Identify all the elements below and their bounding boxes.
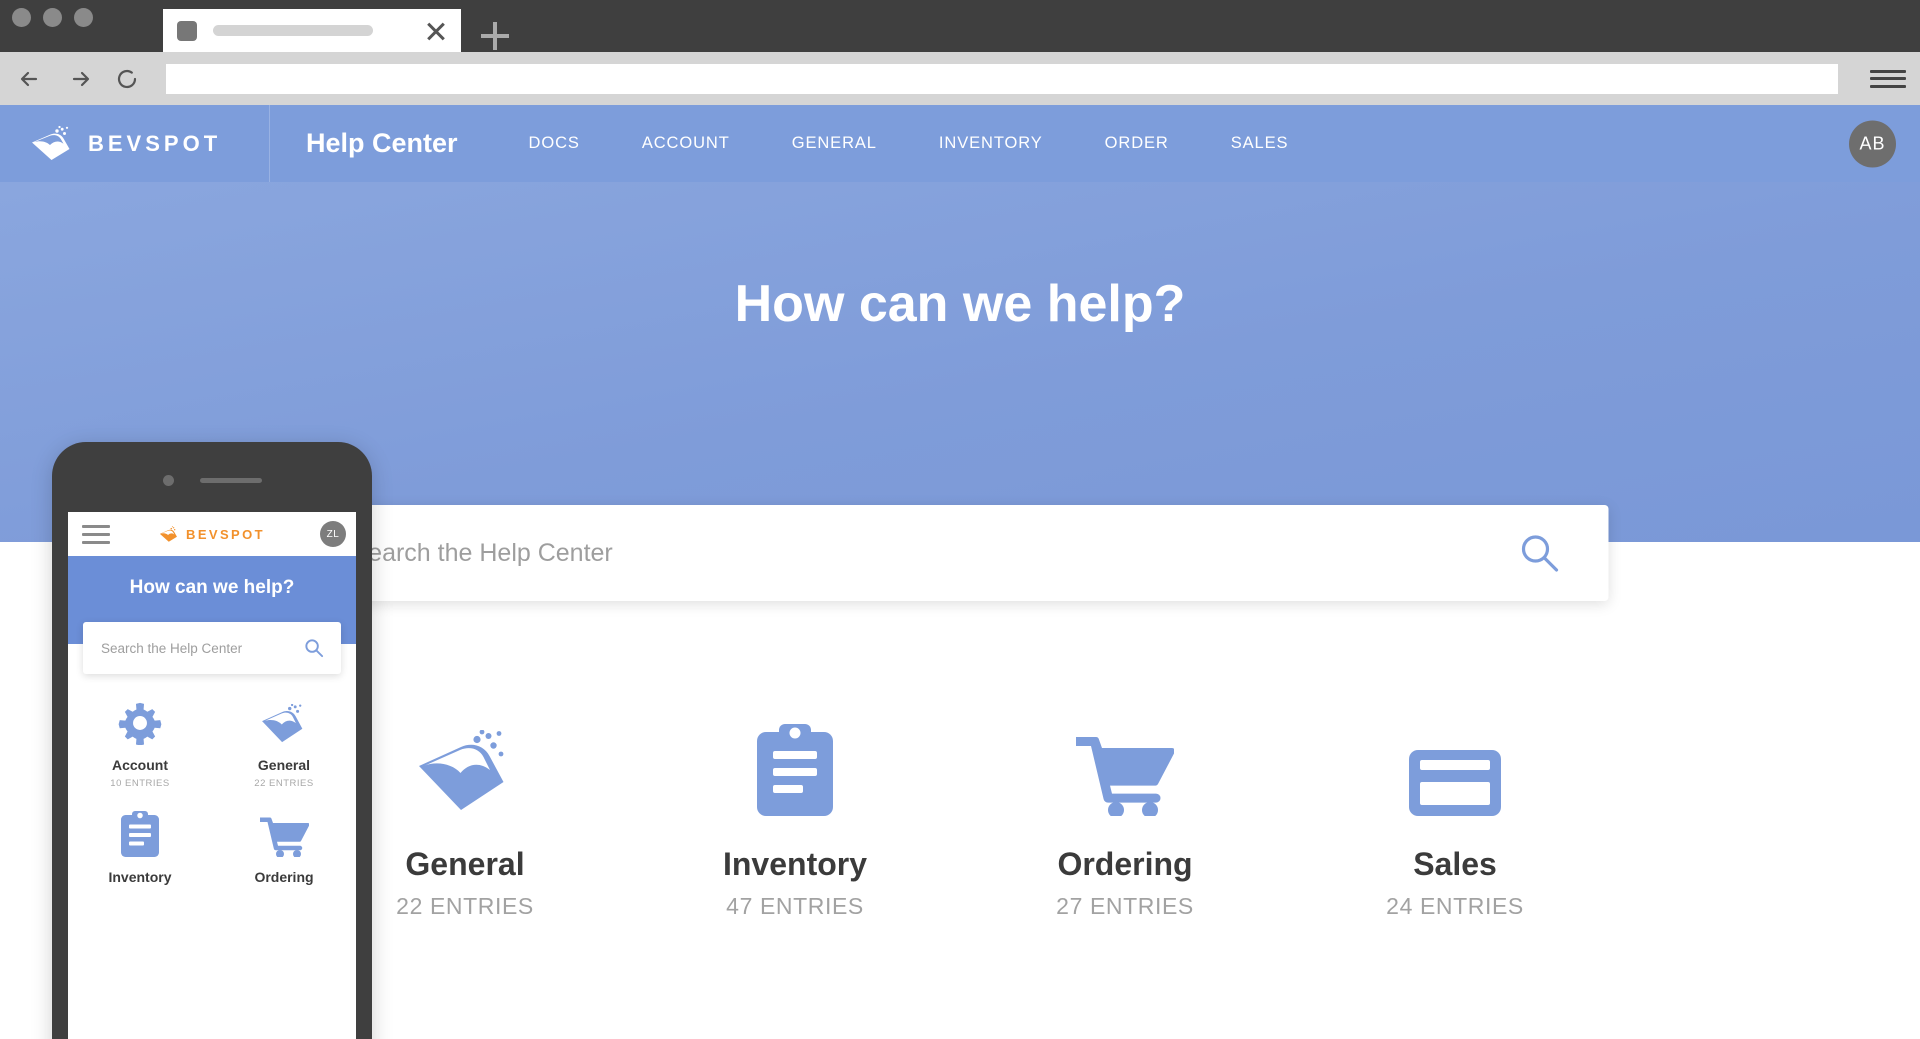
close-tab-icon[interactable]: [423, 18, 449, 44]
page-title: Help Center: [306, 128, 458, 158]
phone-category-title: Ordering: [254, 869, 314, 885]
nav-link-sales[interactable]: SALES: [1200, 134, 1320, 153]
nav-link-account[interactable]: ACCOUNT: [611, 134, 761, 153]
maximize-window-button[interactable]: [74, 8, 93, 27]
scoop-icon: [415, 720, 515, 816]
phone-user-avatar[interactable]: ZL: [320, 521, 346, 547]
phone-screen: BEVSPOT ZL How can we help? Search the H…: [68, 512, 356, 1039]
brand-name: BEVSPOT: [88, 130, 222, 156]
search-input[interactable]: Search the Help Center: [352, 539, 1517, 568]
phone-category-title: Inventory: [108, 869, 172, 885]
back-arrow-icon[interactable]: [14, 62, 48, 96]
phone-category-card-ordering[interactable]: Ordering: [212, 809, 356, 890]
category-title: Inventory: [722, 846, 868, 882]
new-tab-icon[interactable]: [481, 22, 509, 50]
browser-toolbar: [0, 52, 1920, 105]
phone-category-entries: 10 ENTRIES: [110, 778, 170, 789]
scoop-icon: [260, 697, 308, 745]
tab-favicon-icon: [177, 20, 197, 41]
search-icon[interactable]: [1517, 530, 1563, 576]
clipboard-icon: [757, 720, 833, 816]
phone-header: BEVSPOT ZL: [68, 512, 356, 556]
nav-link-general[interactable]: GENERAL: [761, 134, 908, 153]
category-title: General: [405, 846, 525, 882]
site-header: BEVSPOT Help Center DOCS ACCOUNT GENERAL…: [0, 105, 1920, 182]
phone-category-card-inventory[interactable]: Inventory: [68, 809, 212, 890]
window-traffic-lights: [12, 8, 93, 27]
category-entries: 47 ENTRIES: [726, 893, 864, 919]
forward-arrow-icon[interactable]: [62, 62, 96, 96]
category-card-ordering[interactable]: Ordering 27 ENTRIES: [960, 720, 1290, 920]
phone-category-entries: 22 ENTRIES: [254, 778, 314, 789]
phone-category-title: Account: [112, 757, 168, 773]
phone-brand-name: BEVSPOT: [186, 526, 265, 542]
nav-link-docs[interactable]: DOCS: [498, 134, 611, 153]
phone-category-card-general[interactable]: General 22 ENTRIES: [212, 697, 356, 789]
help-center-search[interactable]: Search the Help Center: [311, 505, 1609, 601]
nav-link-inventory[interactable]: INVENTORY: [908, 134, 1074, 153]
phone-menu-icon[interactable]: [82, 524, 110, 544]
phone-speaker-area: [52, 475, 372, 486]
tab-title-placeholder: [213, 25, 373, 36]
phone-brand: BEVSPOT: [68, 525, 356, 543]
clipboard-icon: [121, 809, 159, 857]
reload-icon[interactable]: [110, 62, 144, 96]
shopping-cart-icon: [1076, 720, 1174, 816]
bevspot-scoop-icon: [30, 125, 74, 162]
browser-tab[interactable]: [163, 9, 461, 52]
category-card-inventory[interactable]: Inventory 47 ENTRIES: [630, 720, 960, 920]
category-entries: 27 ENTRIES: [1056, 893, 1194, 919]
category-entries: 22 ENTRIES: [396, 893, 534, 919]
category-title: Ordering: [1057, 846, 1193, 882]
shopping-cart-icon: [259, 809, 309, 857]
help-center-page: BEVSPOT Help Center DOCS ACCOUNT GENERAL…: [0, 105, 1920, 1039]
user-avatar[interactable]: AB: [1849, 120, 1896, 167]
search-icon[interactable]: [303, 637, 325, 659]
category-card-sales[interactable]: Sales 24 ENTRIES: [1290, 720, 1620, 920]
phone-mockup: BEVSPOT ZL How can we help? Search the H…: [52, 442, 372, 1039]
hero-title: How can we help?: [734, 275, 1186, 333]
phone-hero-title: How can we help?: [129, 577, 295, 598]
phone-category-title: General: [257, 757, 311, 773]
brand-logo-link[interactable]: BEVSPOT: [0, 105, 270, 182]
phone-camera-icon: [162, 475, 174, 486]
browser-chrome: [0, 0, 1920, 105]
phone-category-card-account[interactable]: Account 10 ENTRIES: [68, 697, 212, 789]
nav-link-order[interactable]: ORDER: [1074, 134, 1200, 153]
phone-search[interactable]: Search the Help Center: [83, 622, 341, 674]
primary-nav: DOCS ACCOUNT GENERAL INVENTORY ORDER SAL…: [498, 134, 1320, 153]
minimize-window-button[interactable]: [43, 8, 62, 27]
phone-search-input[interactable]: Search the Help Center: [101, 641, 303, 656]
phone-earpiece-icon: [199, 478, 262, 483]
credit-card-icon: [1409, 720, 1501, 816]
phone-category-grid: Account 10 ENTRIES General 22 ENTRIES In…: [68, 697, 356, 910]
close-window-button[interactable]: [12, 8, 31, 27]
browser-titlebar: [0, 0, 1920, 52]
bevspot-scoop-icon: [159, 525, 179, 543]
category-entries: 24 ENTRIES: [1386, 893, 1524, 919]
gear-icon: [118, 697, 162, 745]
browser-menu-icon[interactable]: [1870, 66, 1906, 92]
address-bar[interactable]: [166, 63, 1838, 94]
category-title: Sales: [1413, 846, 1497, 882]
